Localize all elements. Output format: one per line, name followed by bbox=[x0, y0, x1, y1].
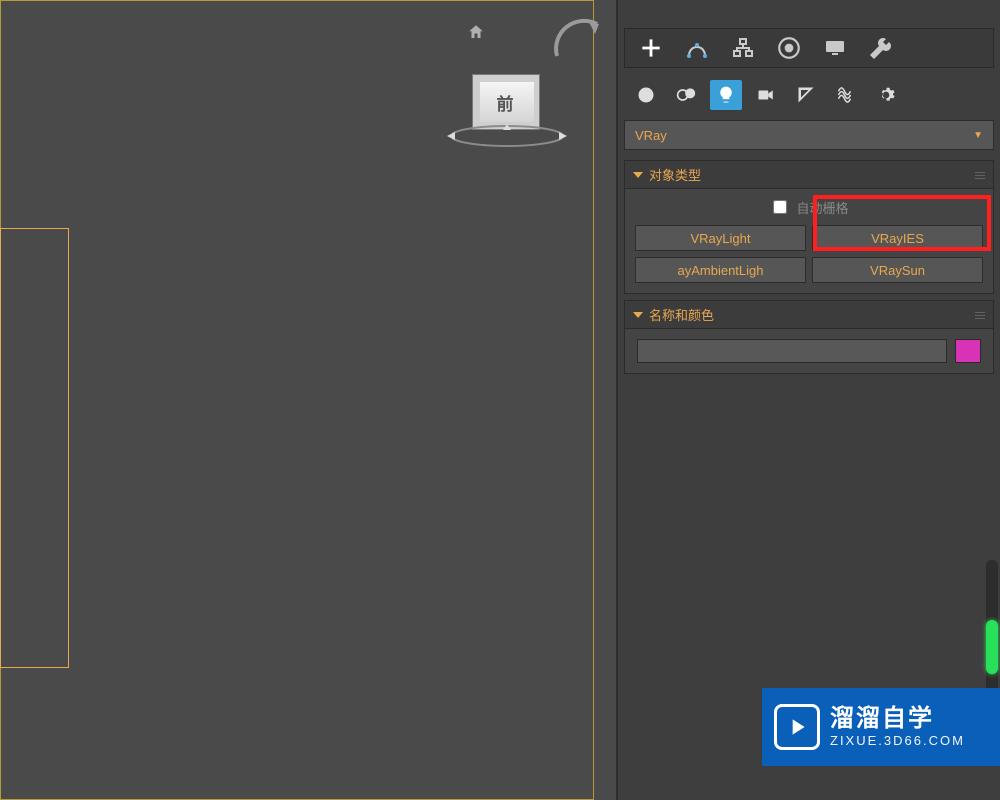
rollout-header-name-color[interactable]: 名称和颜色 bbox=[625, 301, 993, 329]
banner-subtitle: ZIXUE.3D66.COM bbox=[830, 733, 965, 748]
chevron-down-icon: ▼ bbox=[973, 130, 983, 141]
rollout-object-type: 对象类型 自动栅格 VRayLight VRayIES ayAmbientLig… bbox=[624, 160, 994, 294]
scrollbar-thumb[interactable] bbox=[986, 620, 998, 674]
object-button-vrayies[interactable]: VRayIES bbox=[812, 225, 983, 251]
tab-motion[interactable] bbox=[769, 30, 809, 66]
banner-title: 溜溜自学 bbox=[830, 706, 965, 732]
grip-icon bbox=[975, 171, 985, 179]
rollout-name-color: 名称和颜色 bbox=[624, 300, 994, 374]
subtab-shapes[interactable] bbox=[670, 80, 702, 110]
orbit-arrow-icon[interactable] bbox=[549, 12, 609, 72]
home-icon[interactable] bbox=[467, 23, 485, 44]
autogrid-toggle[interactable]: 自动栅格 bbox=[635, 197, 983, 217]
object-color-swatch[interactable] bbox=[955, 339, 981, 363]
tab-display[interactable] bbox=[815, 30, 855, 66]
command-panel-tabs bbox=[624, 28, 994, 68]
tab-create[interactable] bbox=[631, 30, 671, 66]
viewcube[interactable]: 前 bbox=[480, 82, 534, 122]
subtab-lights[interactable] bbox=[710, 80, 742, 110]
watermark-banner: 溜溜自学 ZIXUE.3D66.COM bbox=[762, 688, 1000, 766]
rollout-title: 名称和颜色 bbox=[649, 305, 714, 324]
subtab-systems[interactable] bbox=[870, 80, 902, 110]
create-subcategories bbox=[624, 78, 994, 112]
object-button-vrayambientlight[interactable]: ayAmbientLigh bbox=[635, 257, 806, 283]
object-name-input[interactable] bbox=[637, 339, 947, 363]
scene-object-outline[interactable] bbox=[0, 228, 69, 668]
subtab-cameras[interactable] bbox=[750, 80, 782, 110]
grip-icon bbox=[975, 311, 985, 319]
autogrid-label: 自动栅格 bbox=[796, 198, 848, 217]
command-panel: VRay ▼ 对象类型 自动栅格 VRayLight VRayIES ayAmb… bbox=[618, 0, 1000, 800]
viewport[interactable]: 前 bbox=[0, 0, 618, 800]
subtab-helpers[interactable] bbox=[790, 80, 822, 110]
object-button-vraysun[interactable]: VRaySun bbox=[812, 257, 983, 283]
subtab-spacewarps[interactable] bbox=[830, 80, 862, 110]
category-dropdown[interactable]: VRay ▼ bbox=[624, 120, 994, 150]
viewcube-label: 前 bbox=[497, 90, 518, 115]
rollout-header-object-type[interactable]: 对象类型 bbox=[625, 161, 993, 189]
compass-ring-icon[interactable] bbox=[443, 122, 571, 154]
tab-hierarchy[interactable] bbox=[723, 30, 763, 66]
object-button-vraylight[interactable]: VRayLight bbox=[635, 225, 806, 251]
tab-utilities[interactable] bbox=[861, 30, 901, 66]
subtab-geometry[interactable] bbox=[630, 80, 662, 110]
autogrid-checkbox[interactable] bbox=[773, 200, 787, 214]
dropdown-value: VRay bbox=[635, 128, 667, 143]
rollout-title: 对象类型 bbox=[649, 165, 701, 184]
play-icon bbox=[774, 704, 820, 750]
tab-modify[interactable] bbox=[677, 30, 717, 66]
